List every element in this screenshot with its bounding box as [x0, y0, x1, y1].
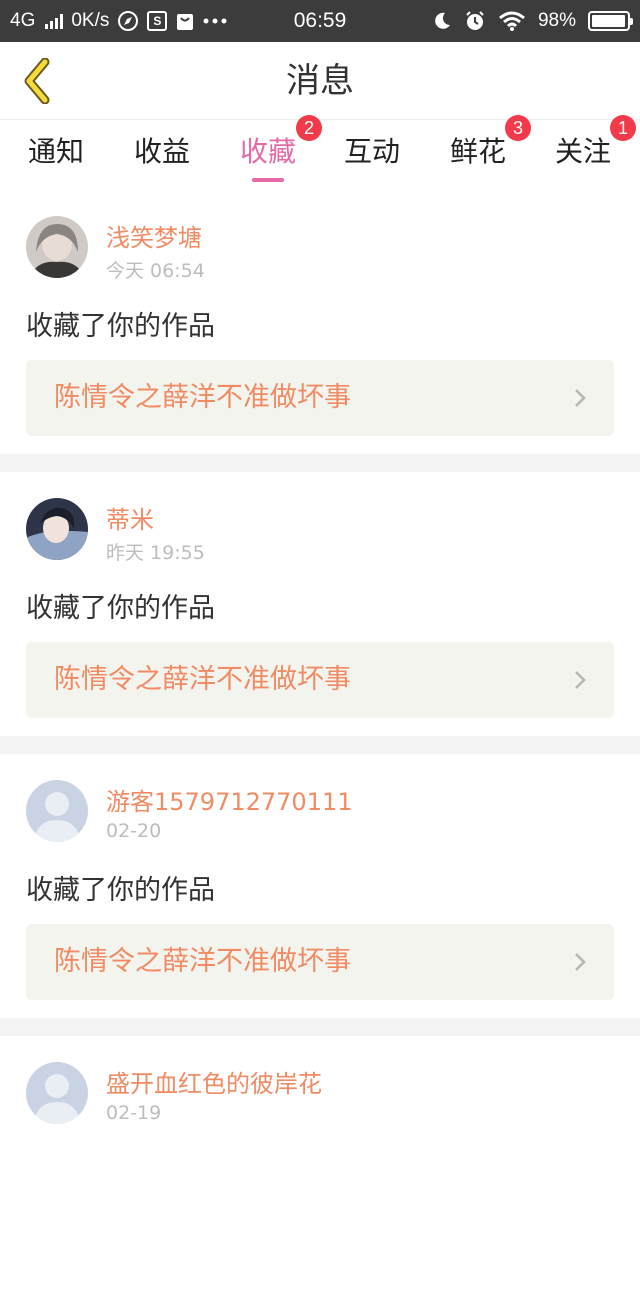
moon-icon: [435, 12, 450, 29]
page-header: 消息: [0, 42, 640, 120]
tab-label: 通知: [27, 135, 84, 168]
list-item: 蒂米 昨天 19:55 收藏了你的作品 陈情令之薛洋不准做坏事: [0, 472, 640, 736]
work-title: 陈情令之薛洋不准做坏事: [54, 664, 351, 695]
status-bar: 4G 0K/s S 06:59 98%: [0, 0, 640, 42]
username[interactable]: 盛开血红色的彼岸花: [106, 1064, 322, 1099]
divider: [0, 1018, 640, 1036]
tab-flowers[interactable]: 鲜花 3: [428, 115, 531, 190]
status-right: 98%: [432, 0, 633, 42]
avatar[interactable]: [26, 1062, 88, 1124]
chevron-right-icon: [575, 389, 586, 407]
timestamp: 02-19: [106, 1102, 162, 1124]
page-title: 消息: [286, 61, 354, 101]
tab-badge: 2: [296, 115, 322, 141]
work-link[interactable]: 陈情令之薛洋不准做坏事: [26, 924, 614, 1000]
avatar[interactable]: [26, 498, 88, 560]
tab-label: 收藏: [239, 135, 296, 168]
list-item: 浅笑梦塘 今天 06:54 收藏了你的作品 陈情令之薛洋不准做坏事: [0, 190, 640, 454]
list-item: 盛开血红色的彼岸花 02-19: [0, 1036, 640, 1300]
tab-notifications[interactable]: 通知: [6, 120, 106, 190]
avatar[interactable]: [26, 780, 88, 842]
username[interactable]: 浅笑梦塘: [106, 218, 202, 253]
action-text: 收藏了你的作品: [26, 875, 215, 906]
tab-favorites[interactable]: 收藏 2: [218, 115, 322, 190]
username[interactable]: 蒂米: [106, 500, 154, 535]
tab-badge: 3: [505, 115, 531, 141]
timestamp: 昨天 19:55: [106, 542, 205, 564]
timestamp: 02-20: [106, 820, 162, 842]
divider: [0, 736, 640, 754]
tab-interactions[interactable]: 互动: [322, 120, 422, 190]
work-link[interactable]: 陈情令之薛洋不准做坏事: [26, 360, 614, 436]
tab-badge: 1: [610, 115, 636, 141]
timestamp: 今天 06:54: [106, 260, 205, 282]
action-text: 收藏了你的作品: [26, 311, 215, 342]
message-feed: 浅笑梦塘 今天 06:54 收藏了你的作品 陈情令之薛洋不准做坏事 蒂米 昨天 …: [0, 190, 640, 1300]
wifi-icon: [499, 11, 525, 31]
work-link[interactable]: 陈情令之薛洋不准做坏事: [26, 642, 614, 718]
battery-level: [592, 15, 626, 27]
work-title: 陈情令之薛洋不准做坏事: [54, 382, 351, 413]
tab-label: 鲜花: [449, 135, 506, 168]
divider: [0, 454, 640, 472]
username[interactable]: 游客1579712770111: [106, 782, 353, 817]
tab-label: 互动: [343, 135, 400, 168]
tab-earnings[interactable]: 收益: [112, 120, 212, 190]
tab-label: 收益: [133, 135, 190, 168]
battery-percent: 98%: [537, 10, 576, 31]
tab-bar: 通知 收益 收藏 2 互动 鲜花 3 关注 1: [0, 115, 640, 190]
tab-following[interactable]: 关注 1: [533, 115, 636, 190]
list-item: 游客1579712770111 02-20 收藏了你的作品 陈情令之薛洋不准做坏…: [0, 754, 640, 1018]
avatar[interactable]: [26, 216, 88, 278]
chevron-right-icon: [575, 671, 586, 689]
battery-icon: [588, 11, 633, 31]
action-text: 收藏了你的作品: [26, 593, 215, 624]
chevron-right-icon: [575, 953, 586, 971]
alarm-icon: [466, 11, 484, 30]
active-tab-indicator: [252, 178, 284, 182]
work-title: 陈情令之薛洋不准做坏事: [54, 946, 351, 977]
tab-label: 关注: [554, 135, 611, 168]
